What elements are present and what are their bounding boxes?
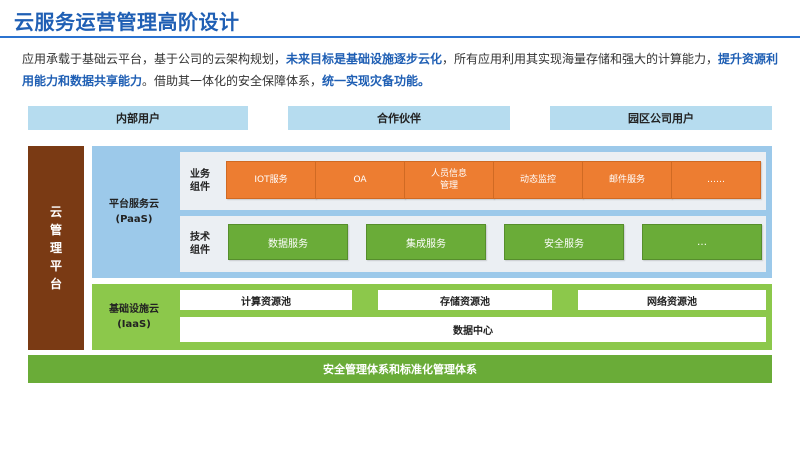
business-component: …… bbox=[671, 161, 761, 199]
business-components-label: 业务 组件 bbox=[190, 169, 210, 193]
business-components-panel: 业务 组件 IOT服务 OA 人员信息管理 动态监控 邮件服务 …… bbox=[180, 152, 766, 210]
compute-resource-pool: 计算资源池 bbox=[180, 290, 352, 310]
cloud-mgmt-char: 理 bbox=[49, 241, 62, 255]
technical-component: 安全服务 bbox=[504, 224, 624, 260]
business-component: OA bbox=[315, 161, 405, 199]
cloud-mgmt-char: 平 bbox=[49, 259, 62, 273]
data-center: 数据中心 bbox=[180, 317, 766, 342]
user-partner: 合作伙伴 bbox=[288, 106, 510, 130]
user-internal: 内部用户 bbox=[28, 106, 248, 130]
cloud-mgmt-char: 云 bbox=[49, 205, 62, 219]
security-management-bar: 安全管理体系和标准化管理体系 bbox=[28, 355, 772, 383]
page-title: 云服务运营管理高阶设计 bbox=[14, 10, 240, 34]
paas-label-name: 平台服务云 bbox=[109, 199, 159, 210]
business-component: 邮件服务 bbox=[582, 161, 672, 199]
intro-text-1: 应用承载于基础云平台，基于公司的云架构规划， bbox=[22, 52, 287, 66]
intro-bold-3: 统一实现灾备功能。 bbox=[322, 74, 431, 88]
intro-paragraph: 应用承载于基础云平台，基于公司的云架构规划，未来目标是基础设施逐步云化，所有应用… bbox=[22, 48, 782, 92]
business-component: IOT服务 bbox=[226, 161, 316, 199]
paas-label: 平台服务云 (PaaS) bbox=[92, 146, 176, 278]
storage-resource-pool: 存储资源池 bbox=[378, 290, 552, 310]
intro-bold-1: 未来目标是基础设施逐步云化 bbox=[286, 52, 443, 66]
user-park-company: 园区公司用户 bbox=[550, 106, 772, 130]
cloud-management-platform: 云 管 理 平 台 bbox=[28, 146, 84, 350]
network-resource-pool: 网络资源池 bbox=[578, 290, 766, 310]
iaas-label-abbr: (IaaS) bbox=[117, 319, 151, 330]
cloud-mgmt-char: 管 bbox=[49, 223, 62, 237]
business-component: 人员信息管理 bbox=[404, 161, 494, 199]
technical-components-label: 技术 组件 bbox=[190, 232, 210, 256]
technical-components-panel: 技术 组件 数据服务 集成服务 安全服务 … bbox=[180, 216, 766, 272]
title-divider bbox=[0, 36, 800, 38]
technical-component: 集成服务 bbox=[366, 224, 486, 260]
cloud-mgmt-char: 台 bbox=[49, 277, 62, 291]
technical-component: 数据服务 bbox=[228, 224, 348, 260]
technical-component: … bbox=[642, 224, 762, 260]
intro-text-2: ，所有应用利用其实现海量存储和强大的计算能力， bbox=[442, 52, 719, 66]
paas-label-abbr: (PaaS) bbox=[115, 214, 153, 225]
iaas-label: 基础设施云 (IaaS) bbox=[92, 284, 176, 350]
intro-text-3: 。借助其一体化的安全保障体系， bbox=[142, 74, 323, 88]
iaas-layer: 基础设施云 (IaaS) 计算资源池 存储资源池 网络资源池 数据中心 bbox=[92, 284, 772, 350]
business-component: 动态监控 bbox=[493, 161, 583, 199]
iaas-label-name: 基础设施云 bbox=[109, 304, 159, 315]
